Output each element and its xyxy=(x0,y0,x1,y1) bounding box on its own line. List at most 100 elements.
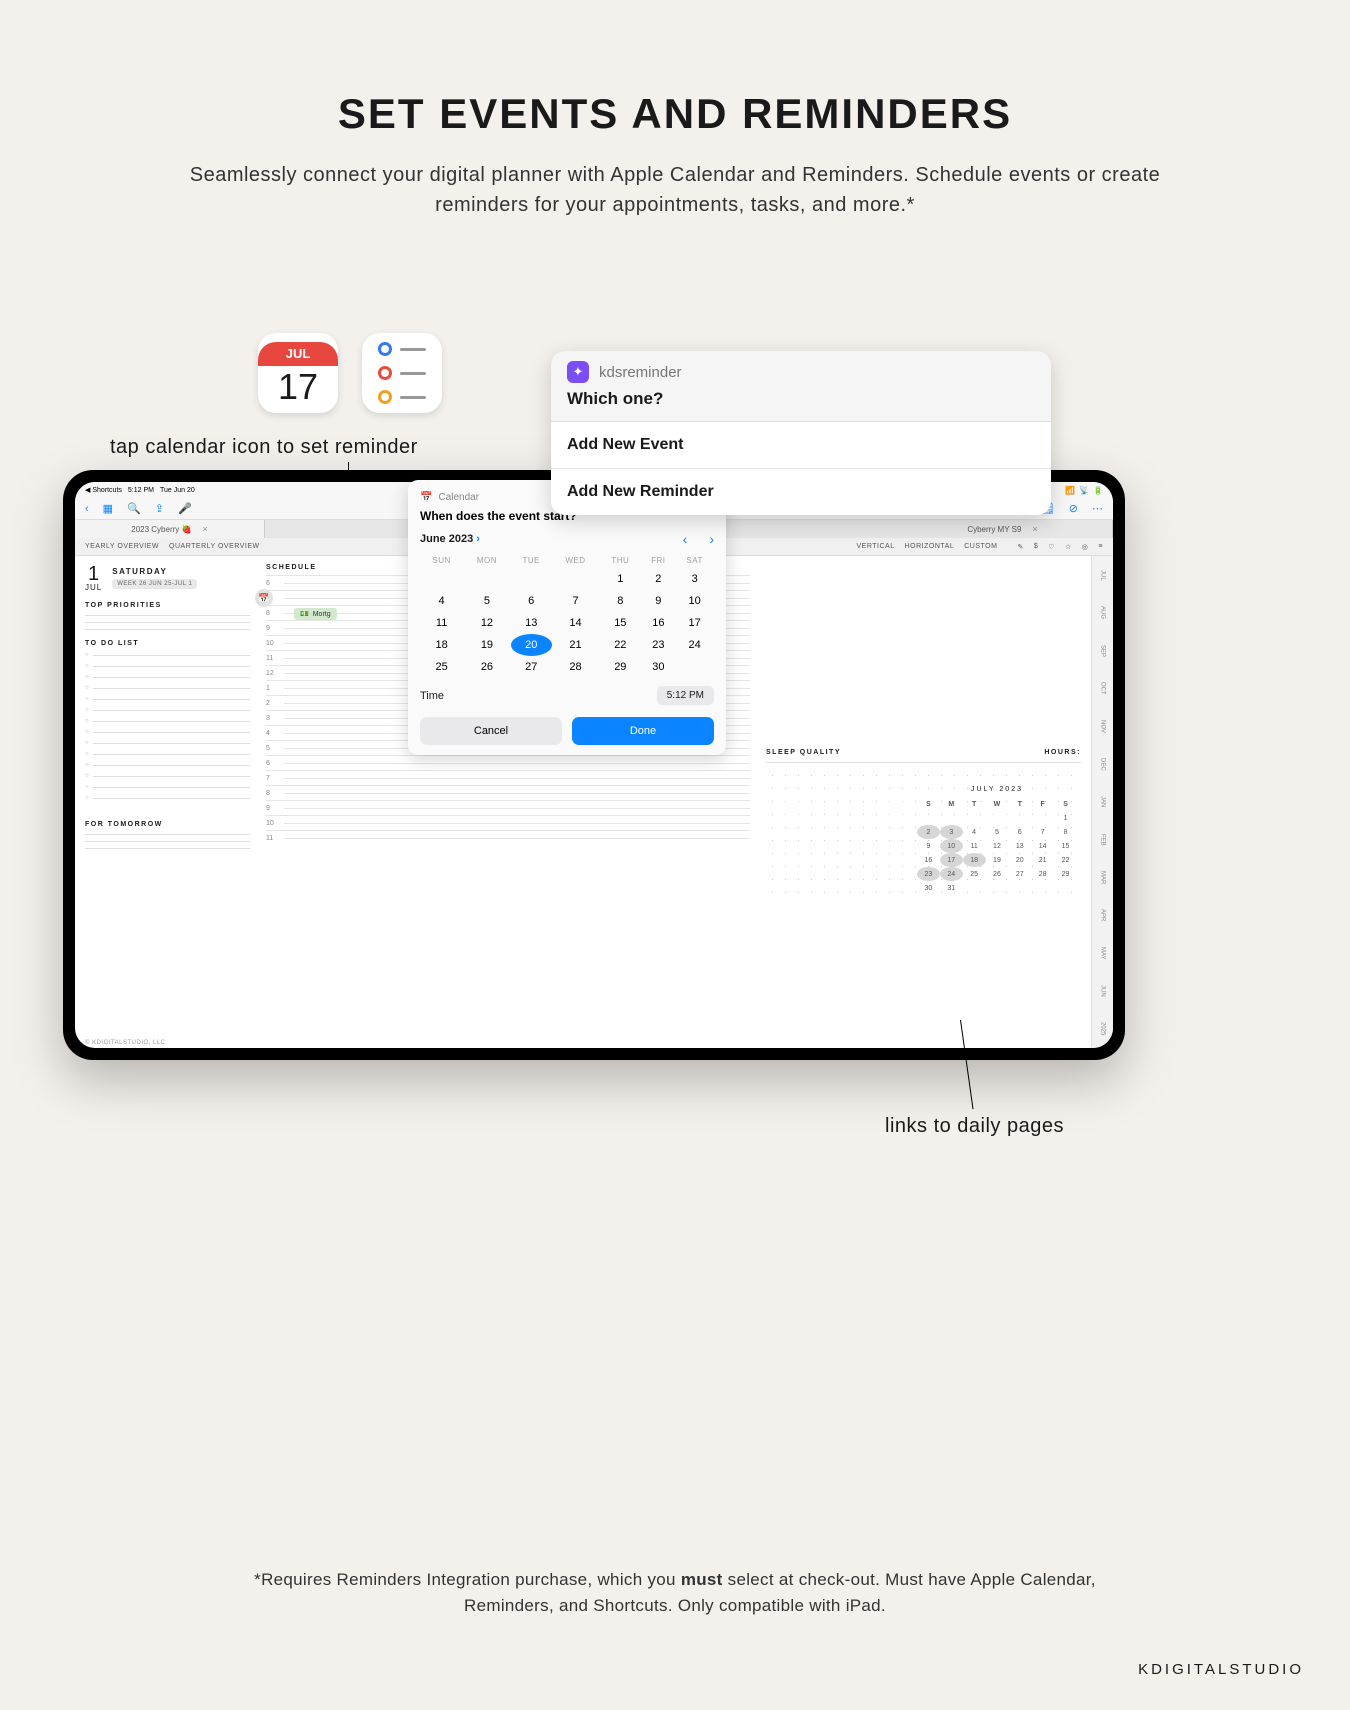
todo-item[interactable] xyxy=(85,718,250,724)
todo-item[interactable] xyxy=(85,795,250,801)
back-icon[interactable]: ‹ xyxy=(85,503,89,515)
datepicker-day[interactable]: 24 xyxy=(675,634,714,656)
datepicker-day[interactable]: 11 xyxy=(420,612,463,634)
month-tab-jul[interactable]: JUL xyxy=(1092,556,1113,594)
mini-cal-day[interactable] xyxy=(986,811,1009,825)
star-icon[interactable]: ☆ xyxy=(1065,543,1072,551)
mini-cal-day[interactable]: 27 xyxy=(1008,867,1031,881)
heart-icon[interactable]: ♡ xyxy=(1048,543,1055,551)
next-month-icon[interactable]: › xyxy=(709,531,714,547)
todo-item[interactable] xyxy=(85,729,250,735)
share-icon[interactable]: ⇪ xyxy=(155,502,164,515)
schedule-event[interactable]: 💵 Mortg xyxy=(294,608,337,620)
month-tab-apr[interactable]: APR xyxy=(1092,897,1113,935)
datepicker-day[interactable]: 15 xyxy=(599,612,641,634)
segment-yearly-overview[interactable]: YEARLY OVERVIEW xyxy=(85,543,159,550)
schedule-hour-row[interactable]: 6 xyxy=(266,755,750,770)
todo-item[interactable] xyxy=(85,685,250,691)
mini-cal-day[interactable]: 7 xyxy=(1031,825,1054,839)
mini-cal-day[interactable]: 21 xyxy=(1031,853,1054,867)
todo-item[interactable] xyxy=(85,740,250,746)
tab-left[interactable]: 2023 Cyberry 🍓× xyxy=(75,520,265,538)
mini-cal-day[interactable] xyxy=(986,881,1009,895)
mini-cal-day[interactable]: 14 xyxy=(1031,839,1054,853)
close-icon[interactable]: × xyxy=(1032,524,1037,534)
datepicker-day[interactable]: 27 xyxy=(511,656,552,678)
datepicker-day[interactable]: 23 xyxy=(641,634,675,656)
todo-item[interactable] xyxy=(85,762,250,768)
calendar-reminder-button[interactable]: 📅 xyxy=(255,589,273,607)
mic-icon[interactable]: 🎤 xyxy=(178,502,192,515)
back-shortcuts[interactable]: ◀ Shortcuts xyxy=(85,486,122,494)
month-tab-jun[interactable]: JUN xyxy=(1092,972,1113,1010)
month-tab-sep[interactable]: SEP xyxy=(1092,632,1113,670)
datepicker-day[interactable]: 1 xyxy=(599,568,641,590)
segment-horizontal[interactable]: HORIZONTAL xyxy=(905,543,955,550)
datepicker-day[interactable]: 10 xyxy=(675,590,714,612)
schedule-hour-row[interactable]: 9 xyxy=(266,800,750,815)
datepicker-day[interactable]: 8 xyxy=(599,590,641,612)
todo-item[interactable] xyxy=(85,674,250,680)
datepicker-day[interactable]: 14 xyxy=(552,612,599,634)
datepicker-day[interactable]: 6 xyxy=(511,590,552,612)
cancel-button[interactable]: Cancel xyxy=(420,717,562,745)
pencil-icon[interactable]: ✎ xyxy=(1017,543,1023,551)
datepicker-month[interactable]: June 2023 xyxy=(420,533,473,545)
mini-cal-day[interactable]: 15 xyxy=(1054,839,1077,853)
mini-cal-day[interactable]: 11 xyxy=(963,839,986,853)
mini-cal-day[interactable] xyxy=(1031,881,1054,895)
segment-vertical[interactable]: VERTICAL xyxy=(857,543,895,550)
mini-cal-day[interactable]: 6 xyxy=(1008,825,1031,839)
target-icon[interactable]: ◎ xyxy=(1082,543,1089,551)
mini-cal-day[interactable]: 13 xyxy=(1008,839,1031,853)
month-tab-mar[interactable]: MAR xyxy=(1092,859,1113,897)
datepicker-day[interactable]: 13 xyxy=(511,612,552,634)
segment-custom[interactable]: CUSTOM xyxy=(964,543,997,550)
mini-cal-day[interactable] xyxy=(1008,811,1031,825)
month-tab-feb[interactable]: FEB xyxy=(1092,821,1113,859)
mini-cal-day[interactable]: 26 xyxy=(986,867,1009,881)
datepicker-day[interactable]: 21 xyxy=(552,634,599,656)
month-tab-may[interactable]: MAY xyxy=(1092,934,1113,972)
mini-cal-day[interactable]: 10 xyxy=(940,839,963,853)
datepicker-day[interactable]: 28 xyxy=(552,656,599,678)
month-tab-dec[interactable]: DEC xyxy=(1092,745,1113,783)
mini-cal-day[interactable]: 25 xyxy=(963,867,986,881)
mini-cal-day[interactable]: 20 xyxy=(1008,853,1031,867)
todo-item[interactable] xyxy=(85,773,250,779)
month-tab-aug[interactable]: AUG xyxy=(1092,594,1113,632)
add-new-event[interactable]: Add New Event xyxy=(551,422,1051,469)
mini-cal-day[interactable]: 8 xyxy=(1054,825,1077,839)
mini-calendar[interactable]: JULY 2023 SMTWTFS12345678910111213141516… xyxy=(917,786,1077,895)
datepicker-day[interactable]: 25 xyxy=(420,656,463,678)
lock-icon[interactable]: ⊘ xyxy=(1069,502,1078,515)
schedule-hour-row[interactable]: 11 xyxy=(266,830,750,845)
done-button[interactable]: Done xyxy=(572,717,714,745)
prev-month-icon[interactable]: ‹ xyxy=(683,531,688,547)
mini-cal-day[interactable]: 5 xyxy=(986,825,1009,839)
todo-item[interactable] xyxy=(85,696,250,702)
datepicker-day[interactable]: 22 xyxy=(599,634,641,656)
mini-cal-day[interactable] xyxy=(940,811,963,825)
close-icon[interactable]: × xyxy=(202,524,207,534)
todo-item[interactable] xyxy=(85,663,250,669)
datepicker-day[interactable]: 2 xyxy=(641,568,675,590)
mini-cal-day[interactable]: 23 xyxy=(917,867,940,881)
tab-right[interactable]: Cyberry MY S9× xyxy=(893,520,1113,538)
mini-cal-day[interactable]: 3 xyxy=(940,825,963,839)
datepicker-day[interactable] xyxy=(552,568,599,590)
todo-item[interactable] xyxy=(85,784,250,790)
mini-cal-day[interactable]: 30 xyxy=(917,881,940,895)
datepicker-day[interactable]: 20 xyxy=(511,634,552,656)
menu-icon[interactable]: ≡ xyxy=(1098,543,1103,550)
month-tab-jan[interactable]: JAN xyxy=(1092,783,1113,821)
datepicker-day[interactable]: 9 xyxy=(641,590,675,612)
datepicker-day[interactable] xyxy=(463,568,510,590)
datepicker-day[interactable]: 19 xyxy=(463,634,510,656)
datepicker-day[interactable]: 12 xyxy=(463,612,510,634)
mini-cal-day[interactable]: 29 xyxy=(1054,867,1077,881)
datepicker-day[interactable]: 17 xyxy=(675,612,714,634)
todo-item[interactable] xyxy=(85,707,250,713)
datepicker-day[interactable]: 7 xyxy=(552,590,599,612)
mini-cal-day[interactable]: 18 xyxy=(963,853,986,867)
